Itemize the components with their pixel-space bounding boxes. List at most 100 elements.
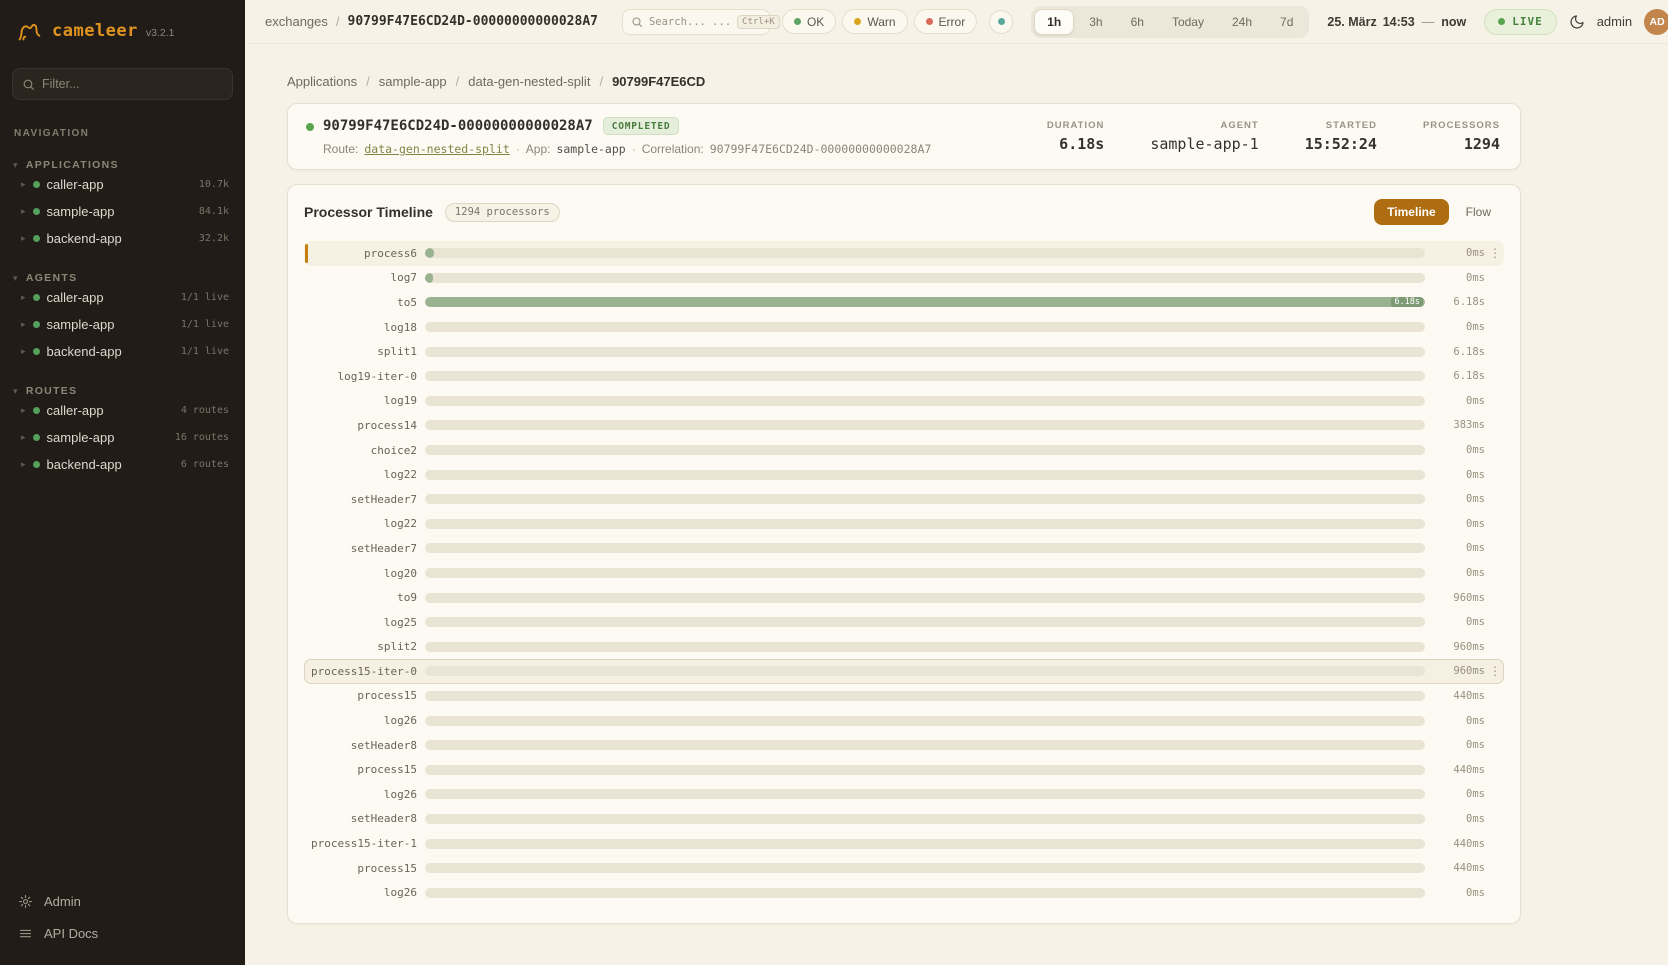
timeline-row-setHeader7[interactable]: setHeader70ms⋮ [304, 487, 1504, 512]
timeline-row-log26[interactable]: log260ms⋮ [304, 782, 1504, 807]
processor-name: process15 [305, 689, 417, 702]
processor-name: log25 [305, 616, 417, 629]
timeline-row-log19[interactable]: log190ms⋮ [304, 389, 1504, 414]
timeline-row-log22[interactable]: log220ms⋮ [304, 462, 1504, 487]
breadcrumb-exchanges[interactable]: exchanges [265, 14, 328, 29]
row-duration: 0ms [1437, 542, 1485, 554]
api-docs-link[interactable]: API Docs [12, 917, 233, 949]
timeline-view-button[interactable]: Timeline [1374, 199, 1448, 225]
section-header-routes[interactable]: ▾ROUTES [12, 385, 233, 397]
dark-mode-toggle[interactable] [1569, 14, 1585, 30]
timeline-row-process14[interactable]: process14383ms⋮ [304, 413, 1504, 438]
timeline-row-log7[interactable]: log70ms⋮ [304, 266, 1504, 291]
timeline-row-to5[interactable]: to56.18s6.18s⋮ [304, 290, 1504, 315]
sidebar-item-caller-app[interactable]: ▸caller-app4 routes [12, 397, 233, 424]
live-badge[interactable]: LIVE [1484, 9, 1557, 35]
sidebar-item-backend-app[interactable]: ▸backend-app1/1 live [12, 338, 233, 365]
timeline-row-log25[interactable]: log250ms⋮ [304, 610, 1504, 635]
processor-name: setHeader8 [305, 739, 417, 752]
timeline-row-setHeader8[interactable]: setHeader80ms⋮ [304, 807, 1504, 832]
sidebar-item-label: backend-app [47, 457, 122, 472]
stat-duration: DURATION6.18s [1047, 120, 1104, 153]
filter-chip-label: OK [807, 15, 824, 29]
kebab-menu-icon[interactable]: ⋮ [1487, 664, 1503, 678]
section-label: AGENTS [26, 272, 78, 284]
sidebar-item-caller-app[interactable]: ▸caller-app10.7k [12, 171, 233, 198]
timeline-row-choice2[interactable]: choice20ms⋮ [304, 438, 1504, 463]
error-status-dot [926, 18, 933, 25]
duration-track [425, 470, 1425, 480]
timeline-row-setHeader8[interactable]: setHeader80ms⋮ [304, 733, 1504, 758]
row-duration: 6.18s [1437, 346, 1485, 358]
timeline-row-log19-iter-0[interactable]: log19-iter-06.18s⋮ [304, 364, 1504, 389]
filter-chip-ok[interactable]: OK [782, 9, 836, 34]
filter-chip-error[interactable]: Error [914, 9, 978, 34]
timeline-row-process15-iter-1[interactable]: process15-iter-1440ms⋮ [304, 831, 1504, 856]
avatar[interactable]: AD [1644, 9, 1668, 35]
sidebar-item-badge: 1/1 live [181, 292, 233, 303]
time-range-24h[interactable]: 24h [1219, 9, 1265, 35]
sidebar-item-badge: 6 routes [181, 459, 233, 470]
stat-label: STARTED [1305, 120, 1377, 131]
timeline-row-process15[interactable]: process15440ms⋮ [304, 856, 1504, 881]
time-range-today[interactable]: Today [1159, 9, 1217, 35]
duration-track [425, 666, 1425, 676]
timeline-row-split1[interactable]: split16.18s⋮ [304, 339, 1504, 364]
section-header-applications[interactable]: ▾APPLICATIONS [12, 159, 233, 171]
time-range-1h[interactable]: 1h [1034, 9, 1074, 35]
timeline-row-split2[interactable]: split2960ms⋮ [304, 635, 1504, 660]
timeline-row-setHeader7[interactable]: setHeader70ms⋮ [304, 536, 1504, 561]
flow-view-button[interactable]: Flow [1453, 199, 1504, 225]
status-dot [33, 407, 40, 414]
breadcrumb-sample-app[interactable]: sample-app [379, 74, 447, 89]
time-range-group: 1h3h6hToday24h7d [1031, 6, 1309, 38]
processor-name: process15-iter-1 [305, 837, 417, 850]
filter-chip-warn[interactable]: Warn [842, 9, 907, 34]
timeline-row-process15-iter-0[interactable]: process15-iter-0960ms⋮ [304, 659, 1504, 684]
logo[interactable]: cameleer v3.2.1 [12, 0, 233, 46]
sidebar-item-sample-app[interactable]: ▸sample-app1/1 live [12, 311, 233, 338]
date-end: now [1441, 15, 1466, 29]
timeline-row-log18[interactable]: log180ms⋮ [304, 315, 1504, 340]
sidebar-filter[interactable] [12, 68, 233, 100]
timeline-row-log22[interactable]: log220ms⋮ [304, 512, 1504, 537]
sidebar-item-sample-app[interactable]: ▸sample-app84.1k [12, 198, 233, 225]
sidebar-item-backend-app[interactable]: ▸backend-app6 routes [12, 451, 233, 478]
duration-bar [425, 248, 434, 258]
sidebar-filter-input[interactable] [42, 77, 223, 91]
sidebar-item-sample-app[interactable]: ▸sample-app16 routes [12, 424, 233, 451]
row-duration: 0ms [1437, 272, 1485, 284]
section-header-agents[interactable]: ▾AGENTS [12, 272, 233, 284]
admin-link[interactable]: Admin [12, 885, 233, 917]
duration-track [425, 740, 1425, 750]
processor-name: choice2 [305, 444, 417, 457]
timeline-row-log20[interactable]: log200ms⋮ [304, 561, 1504, 586]
timeline-row-to9[interactable]: to9960ms⋮ [304, 585, 1504, 610]
row-duration: 0ms [1437, 493, 1485, 505]
kebab-menu-icon[interactable]: ⋮ [1487, 246, 1503, 260]
sidebar-item-label: sample-app [47, 430, 115, 445]
time-range-7d[interactable]: 7d [1267, 9, 1306, 35]
processor-name: log26 [305, 714, 417, 727]
timeline-row-log26[interactable]: log260ms⋮ [304, 880, 1504, 905]
duration-track [425, 420, 1425, 430]
time-range-6h[interactable]: 6h [1118, 9, 1157, 35]
route-link[interactable]: data-gen-nested-split [364, 142, 509, 156]
search-box[interactable]: Search... ... Ctrl+K [622, 9, 770, 35]
processor-name: log22 [305, 517, 417, 530]
timeline-row-log26[interactable]: log260ms⋮ [304, 708, 1504, 733]
breadcrumb-applications[interactable]: Applications [287, 74, 357, 89]
row-duration: 0ms [1437, 813, 1485, 825]
sidebar-item-caller-app[interactable]: ▸caller-app1/1 live [12, 284, 233, 311]
timeline-row-process6[interactable]: process60ms⋮ [304, 241, 1504, 266]
processor-name: process15 [305, 763, 417, 776]
filter-chip-label: Error [939, 15, 966, 29]
timeline-row-process15[interactable]: process15440ms⋮ [304, 757, 1504, 782]
row-duration: 0ms [1437, 247, 1485, 259]
timeline-row-process15[interactable]: process15440ms⋮ [304, 684, 1504, 709]
breadcrumb-data-gen-nested-split[interactable]: data-gen-nested-split [468, 74, 590, 89]
sidebar-item-backend-app[interactable]: ▸backend-app32.2k [12, 225, 233, 252]
date-range[interactable]: 25. März 14:53 — now [1327, 15, 1466, 29]
time-range-3h[interactable]: 3h [1076, 9, 1115, 35]
extra-filter-chip[interactable] [989, 10, 1013, 34]
